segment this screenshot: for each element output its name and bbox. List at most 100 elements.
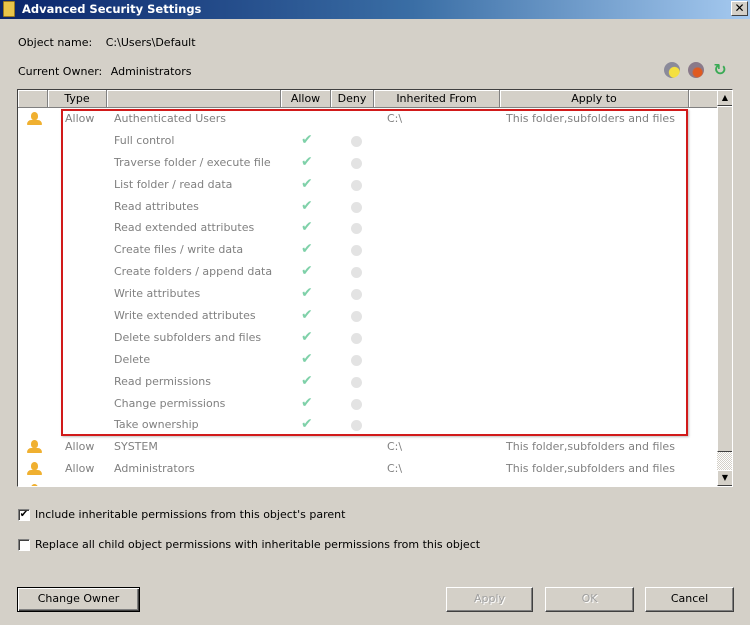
deny-dot-icon [351, 267, 362, 279]
principal-row[interactable]: Allow Authenticated Users C:\ This folde… [18, 108, 717, 130]
permission-name: Read extended attributes [114, 221, 255, 235]
principal-row[interactable]: Allow Administrators C:\ This folder,sub… [18, 458, 717, 480]
user-icon [26, 461, 42, 477]
apply-to: This folder,subfolders and files [506, 112, 675, 125]
replace-child-checkbox[interactable] [18, 538, 30, 551]
principal-name: Authenticated Users [114, 112, 227, 125]
allow-check-icon: ✔ [301, 285, 313, 302]
principal-row[interactable]: Allow SYSTEM C:\ This folder,subfolders … [18, 436, 717, 458]
column-header-allow[interactable]: Allow [281, 90, 331, 108]
column-header-icon[interactable] [18, 90, 48, 108]
permission-name: Write attributes [114, 287, 201, 301]
scroll-thumb[interactable] [717, 106, 732, 452]
user-icon [26, 439, 42, 455]
object-name-row: Object name: C:\Users\Default [18, 36, 196, 49]
deny-dot-icon [351, 135, 362, 147]
list-header: Type Allow Deny Inherited From Apply to [18, 90, 717, 108]
column-header-apply-to[interactable]: Apply to [500, 90, 689, 108]
permission-row[interactable]: Change permissions ✔ [18, 393, 717, 415]
add-permission-icon[interactable] [664, 62, 680, 78]
remove-permission-icon[interactable] [688, 62, 704, 78]
permission-row[interactable]: Read permissions ✔ [18, 371, 717, 393]
change-owner-button[interactable]: Change Owner [17, 587, 140, 612]
close-button[interactable]: ✕ [731, 1, 748, 16]
permission-row[interactable]: Create files / write data ✔ [18, 239, 717, 261]
user-icon [26, 111, 42, 127]
permission-name: Change permissions [114, 396, 226, 410]
permission-name: Write extended attributes [114, 309, 256, 323]
apply-to: This folder,subfolders and files [506, 440, 675, 454]
deny-dot-icon [351, 289, 362, 301]
scroll-down-button[interactable]: ▼ [717, 470, 732, 486]
deny-dot-icon [351, 420, 362, 432]
current-owner-row: Current Owner: Administrators [18, 65, 191, 78]
permission-row[interactable]: Full control ✔ [18, 130, 717, 152]
cancel-button[interactable]: Cancel [645, 587, 734, 612]
permission-row[interactable]: Delete subfolders and files ✔ [18, 327, 717, 349]
list-rows: Allow Authenticated Users C:\ This folde… [18, 108, 717, 486]
allow-check-icon: ✔ [301, 219, 313, 236]
permission-row[interactable]: List folder / read data ✔ [18, 174, 717, 196]
include-inheritable-label[interactable]: Include inheritable permissions from thi… [35, 508, 345, 521]
permission-row[interactable]: Write attributes ✔ [18, 283, 717, 305]
permission-name: Traverse folder / execute file [114, 155, 271, 169]
permission-name: Read permissions [114, 374, 211, 388]
inherited-from: C:\ [387, 112, 403, 125]
allow-check-icon: ✔ [301, 241, 313, 258]
scroll-up-button[interactable]: ▲ [717, 90, 732, 106]
window-title: Advanced Security Settings [22, 2, 202, 16]
permission-row[interactable]: Read attributes ✔ [18, 196, 717, 218]
inherited-from: C:\ [387, 462, 403, 476]
column-header-inherited-from[interactable]: Inherited From [374, 90, 500, 108]
permission-row[interactable]: Read extended attributes ✔ [18, 217, 717, 239]
deny-dot-icon [351, 376, 362, 388]
column-header-deny[interactable]: Deny [331, 90, 374, 108]
replace-child-label[interactable]: Replace all child object permissions wit… [35, 538, 480, 551]
scroll-track[interactable] [717, 452, 732, 470]
permission-row[interactable]: Take ownership ✔ [18, 414, 717, 436]
principal-row-partial[interactable] [18, 480, 717, 486]
allow-check-icon: ✔ [301, 307, 313, 324]
permissions-list[interactable]: Type Allow Deny Inherited From Apply to … [17, 89, 733, 487]
ok-button[interactable]: OK [545, 587, 634, 612]
restore-defaults-icon[interactable]: ↻ [712, 62, 728, 78]
deny-dot-icon [351, 223, 362, 235]
permission-name: Create files / write data [114, 243, 244, 257]
column-header-name[interactable] [107, 90, 281, 108]
entry-type: Allow [65, 440, 95, 454]
deny-dot-icon [351, 201, 362, 213]
permission-name: Delete [114, 352, 151, 366]
permission-name: Delete subfolders and files [114, 330, 262, 344]
inherited-from: C:\ [387, 440, 403, 454]
permission-row[interactable]: Traverse folder / execute file ✔ [18, 152, 717, 174]
object-name-label: Object name: [18, 36, 93, 49]
entry-type: Allow [65, 112, 95, 125]
column-header-filler [689, 90, 717, 108]
allow-check-icon: ✔ [301, 350, 313, 367]
deny-dot-icon [351, 332, 362, 344]
allow-check-icon: ✔ [301, 372, 313, 389]
permission-name: Full control [114, 133, 175, 147]
apply-button[interactable]: Apply [446, 587, 533, 612]
deny-dot-icon [351, 398, 362, 410]
deny-dot-icon [351, 157, 362, 169]
allow-check-icon: ✔ [301, 416, 313, 433]
replace-child-option[interactable]: Replace all child object permissions wit… [18, 538, 480, 551]
allow-check-icon: ✔ [301, 175, 313, 192]
allow-check-icon: ✔ [301, 131, 313, 148]
allow-check-icon: ✔ [301, 394, 313, 411]
object-name-value: C:\Users\Default [105, 36, 196, 49]
column-header-type[interactable]: Type [48, 90, 107, 108]
deny-dot-icon [351, 311, 362, 323]
permission-row[interactable]: Delete ✔ [18, 349, 717, 371]
include-inheritable-option[interactable]: ✔ Include inheritable permissions from t… [18, 508, 345, 521]
permission-name: Create folders / append data [114, 265, 273, 279]
entry-type: Allow [65, 462, 95, 476]
current-owner-label: Current Owner: [18, 65, 103, 78]
include-inheritable-checkbox[interactable]: ✔ [18, 508, 30, 521]
permission-row[interactable]: Write extended attributes ✔ [18, 305, 717, 327]
vertical-scrollbar[interactable]: ▲ ▼ [717, 90, 732, 486]
apply-to: This folder,subfolders and files [506, 462, 675, 476]
principal-name: SYSTEM [114, 440, 158, 454]
permission-row[interactable]: Create folders / append data ✔ [18, 261, 717, 283]
